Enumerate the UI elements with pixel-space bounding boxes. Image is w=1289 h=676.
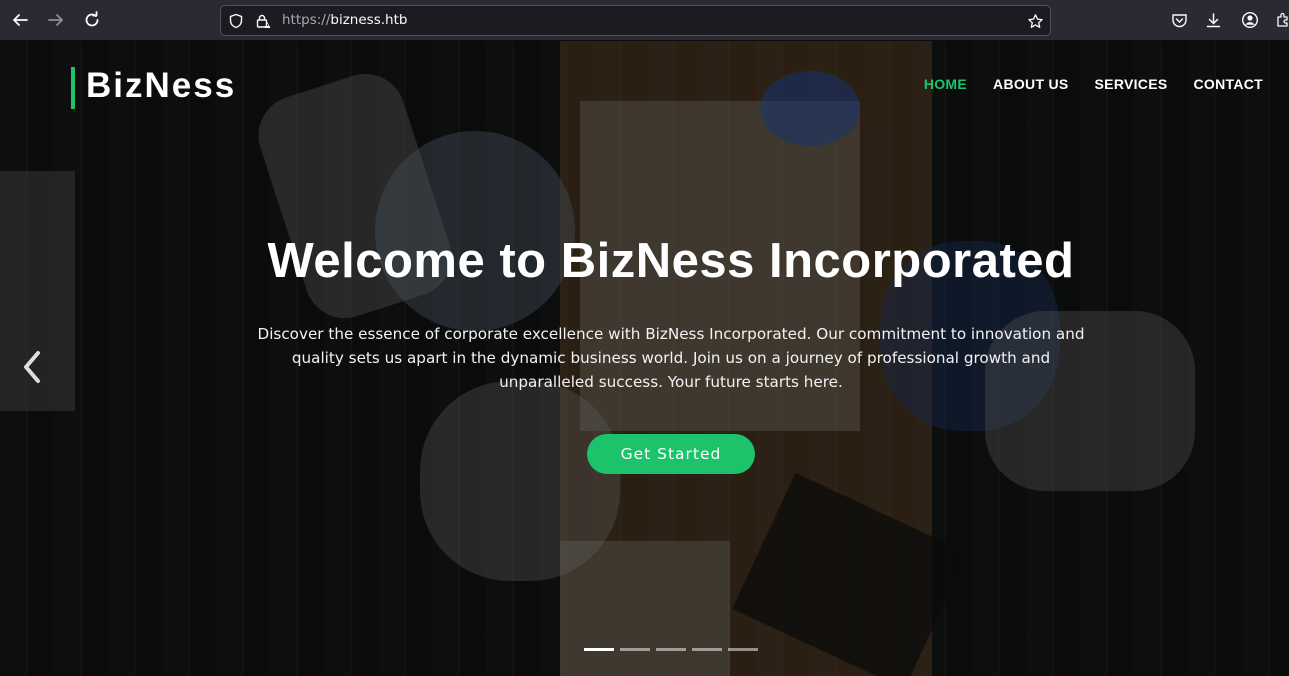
back-icon[interactable] — [8, 8, 32, 32]
url-scheme: https:// — [282, 12, 331, 28]
hero-title: Welcome to BizNess Incorporated — [267, 234, 1075, 288]
carousel-indicator[interactable] — [728, 648, 758, 651]
get-started-button[interactable]: Get Started — [587, 434, 755, 474]
nav-services[interactable]: SERVICES — [1095, 76, 1168, 92]
url-text[interactable]: https://bizness.htb — [282, 12, 407, 28]
carousel-prev-icon[interactable] — [18, 347, 46, 387]
hero-carousel: BizNess HOME ABOUT US SERVICES CONTACT W… — [0, 41, 1289, 676]
star-icon[interactable] — [1027, 13, 1043, 29]
site-logo[interactable]: BizNess — [86, 66, 236, 106]
nav-contact[interactable]: CONTACT — [1194, 76, 1264, 92]
logo-accent-bar — [71, 67, 75, 109]
extensions-icon[interactable] — [1273, 10, 1289, 30]
shield-icon[interactable] — [228, 13, 244, 29]
account-icon[interactable] — [1240, 10, 1260, 30]
carousel-indicator[interactable] — [656, 648, 686, 651]
lock-warning-icon[interactable] — [255, 13, 271, 29]
forward-icon[interactable] — [44, 8, 68, 32]
nav-about-us[interactable]: ABOUT US — [993, 76, 1069, 92]
nav-home[interactable]: HOME — [924, 76, 967, 92]
carousel-indicator[interactable] — [620, 648, 650, 651]
url-host: bizness.htb — [330, 12, 408, 28]
browser-toolbar: https://bizness.htb — [0, 0, 1289, 41]
carousel-indicator[interactable] — [692, 648, 722, 651]
pocket-icon[interactable] — [1169, 10, 1189, 30]
carousel-indicator[interactable] — [584, 648, 614, 651]
url-bar[interactable]: https://bizness.htb — [220, 5, 1051, 36]
download-icon[interactable] — [1203, 10, 1223, 30]
main-nav: HOME ABOUT US SERVICES CONTACT — [924, 76, 1263, 92]
hero-subtitle: Discover the essence of corporate excell… — [257, 325, 1085, 391]
reload-icon[interactable] — [80, 8, 104, 32]
carousel-indicators — [584, 648, 758, 651]
